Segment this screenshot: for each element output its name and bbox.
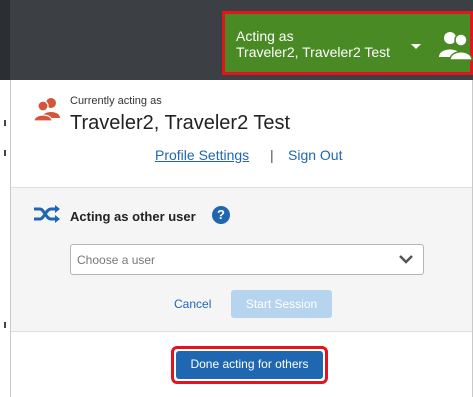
chevron-down-icon	[399, 255, 413, 264]
done-acting-for-others-button[interactable]: Done acting for others	[176, 351, 323, 379]
help-icon[interactable]: ?	[212, 206, 230, 224]
users-icon	[439, 32, 473, 61]
background-page-edge	[0, 80, 10, 397]
acting-as-text: Acting as Traveler2, Traveler2 Test	[236, 28, 390, 60]
acting-as-user-name: Traveler2, Traveler2 Test	[236, 44, 391, 60]
acting-as-screen: Acting as Traveler2, Traveler2 Test Curr…	[0, 0, 473, 397]
top-bar-left-strip	[0, 0, 10, 80]
done-acting-highlight: Done acting for others	[171, 346, 328, 384]
sign-out-link[interactable]: Sign Out	[288, 147, 342, 163]
choose-user-select[interactable]: Choose a user	[70, 244, 424, 275]
cancel-link[interactable]: Cancel	[174, 297, 211, 311]
caret-down-icon	[411, 44, 421, 49]
acting-as-other-user-label: Acting as other user	[70, 209, 196, 224]
user-icon	[34, 98, 60, 122]
choose-user-placeholder: Choose a user	[77, 253, 156, 267]
acting-as-label: Acting as	[236, 28, 294, 44]
current-user-name: Traveler2, Traveler2 Test	[70, 112, 291, 134]
shuffle-icon	[34, 205, 60, 223]
acting-as-dropdown[interactable]: Acting as Traveler2, Traveler2 Test	[222, 11, 473, 75]
link-separator: |	[270, 147, 274, 163]
profile-settings-link[interactable]: Profile Settings	[155, 147, 249, 163]
currently-acting-label: Currently acting as	[70, 95, 162, 107]
start-session-button[interactable]: Start Session	[231, 290, 332, 318]
